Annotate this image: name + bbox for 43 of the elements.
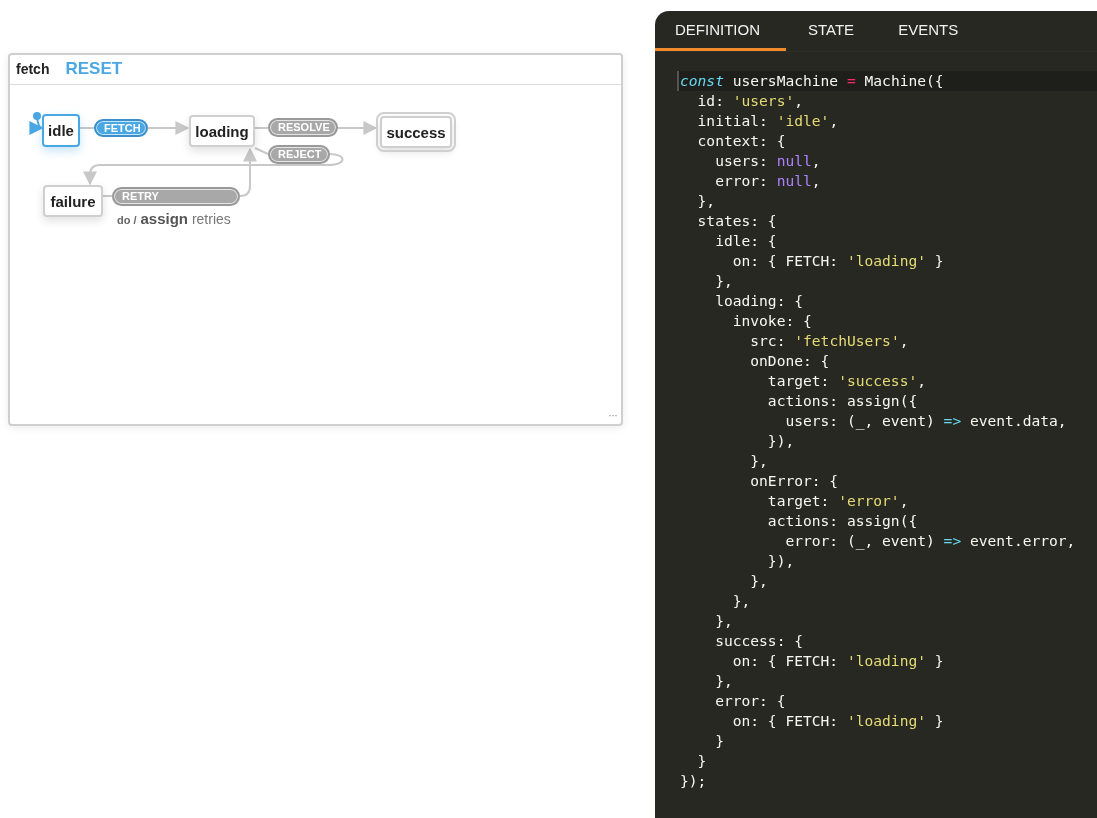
panel-tab[interactable]: STATE: [786, 11, 877, 51]
panel-tab[interactable]: EVENTS: [876, 11, 981, 51]
code-line: }),: [766, 551, 796, 571]
state-node[interactable]: loading: [189, 115, 255, 147]
code-line: error: null,: [714, 171, 822, 191]
code-line: },: [749, 571, 769, 591]
action-label: do / assign retries: [117, 210, 231, 227]
code-line: error: {: [714, 691, 787, 711]
code-line: id: 'users',: [696, 91, 805, 111]
code-line: src: 'fetchUsers',: [749, 331, 910, 351]
panel-tab[interactable]: DEFINITION: [655, 11, 786, 51]
code-line: states: {: [696, 211, 778, 231]
code-line: }: [714, 731, 725, 751]
code-line: target: 'success',: [766, 371, 928, 391]
machine-title: fetch: [16, 61, 50, 77]
code-line: },: [714, 611, 734, 631]
code-line: actions: assign({: [766, 391, 919, 411]
code-line: idle: {: [714, 231, 778, 251]
code-line: on: { FETCH: 'loading' }: [731, 251, 945, 271]
code-line: loading: {: [714, 291, 804, 311]
state-node[interactable]: failure: [43, 185, 103, 217]
code-line: context: {: [696, 131, 787, 151]
code-line: success: {: [714, 631, 804, 651]
code-line: target: 'error',: [766, 491, 910, 511]
code-line: });: [679, 771, 708, 791]
code-line: users: (_, event) => event.data,: [784, 411, 1068, 431]
code-line: invoke: {: [731, 311, 813, 331]
code-line: error: (_, event) => event.error,: [784, 531, 1077, 551]
code-line: onError: {: [749, 471, 840, 491]
code-line: },: [714, 271, 734, 291]
code-line: initial: 'idle',: [696, 111, 840, 131]
state-node[interactable]: idle: [42, 114, 80, 147]
code-line: },: [696, 191, 717, 211]
code-line: }),: [766, 431, 796, 451]
code-line: onDone: {: [749, 351, 831, 371]
code-line: users: null,: [714, 151, 822, 171]
code-line: }: [696, 751, 708, 771]
code-line: on: { FETCH: 'loading' }: [731, 711, 945, 731]
code-line: on: { FETCH: 'loading' }: [731, 651, 945, 671]
code-line: },: [731, 591, 752, 611]
code-line: },: [714, 671, 734, 691]
code-line: },: [749, 451, 769, 471]
code-line: actions: assign({: [766, 511, 919, 531]
